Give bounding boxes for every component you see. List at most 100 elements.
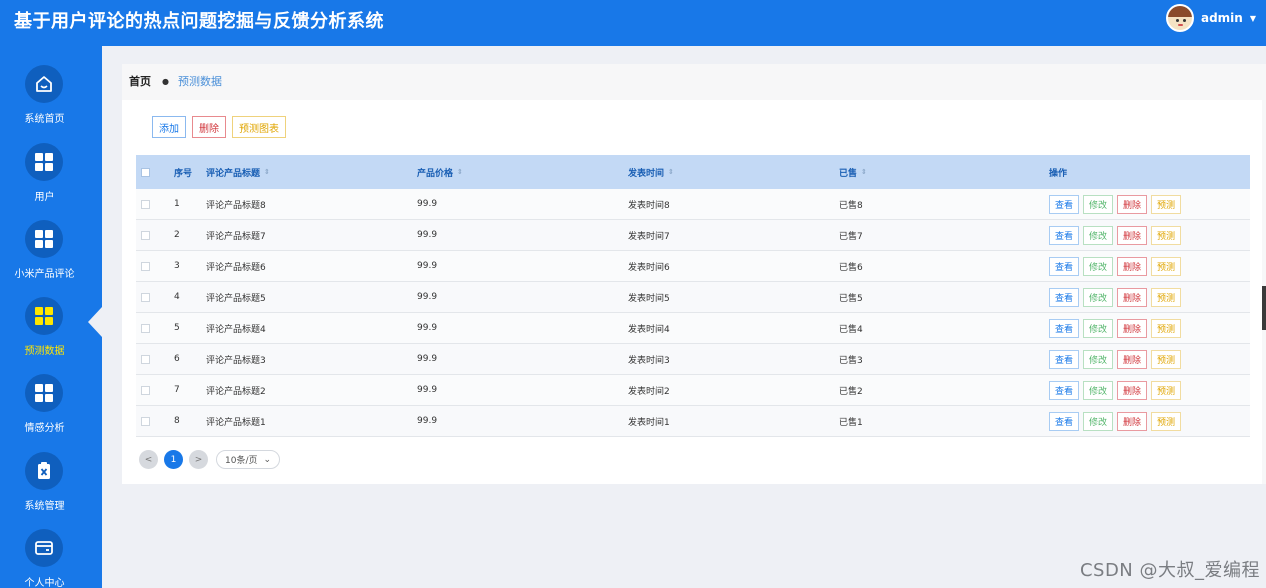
sort-icon[interactable]: ⇕ — [264, 168, 270, 176]
view-button[interactable]: 查看 — [1049, 256, 1080, 276]
page-size-select[interactable]: 10条/页 ⌄ — [216, 450, 281, 469]
row-index: 2 — [174, 230, 180, 240]
table-row: 7 评论产品标题2 99.9 发表时间2 已售2 查看 修改 删除 预测 — [136, 375, 1250, 406]
row-time: 发表时间8 — [628, 200, 670, 211]
sidebar-item-xiaomi-reviews[interactable]: 小米产品评论 — [0, 220, 102, 290]
breadcrumb-current: 预测数据 — [177, 75, 222, 88]
row-checkbox[interactable] — [141, 416, 150, 426]
sidebar-item-profile[interactable]: 个人中心 — [0, 529, 102, 588]
row-actions: 查看 修改 删除 预测 — [1049, 318, 1249, 338]
prev-page-button[interactable]: < — [139, 450, 158, 469]
sidebar-item-label: 预测数据 — [24, 346, 65, 357]
view-button[interactable]: 查看 — [1049, 380, 1080, 400]
breadcrumb: 首页 ● 预测数据 — [129, 73, 222, 89]
row-time: 发表时间2 — [628, 386, 670, 397]
username-label[interactable]: admin — [1201, 11, 1243, 25]
row-index: 7 — [174, 385, 180, 395]
select-all-checkbox[interactable] — [141, 167, 150, 177]
row-checkbox[interactable] — [141, 385, 150, 395]
view-button[interactable]: 查看 — [1049, 194, 1080, 214]
row-checkbox[interactable] — [141, 199, 150, 209]
data-table: 序号 评论产品标题 ⇕ 产品价格 ⇕ 发表时间 ⇕ 已售 ⇕ 操作 1 评论产品标题8 99… — [136, 155, 1250, 437]
next-page-button[interactable]: > — [189, 450, 208, 469]
table-row: 4 评论产品标题5 99.9 发表时间5 已售5 查看 修改 删除 预测 — [136, 282, 1250, 313]
table-row: 8 评论产品标题1 99.9 发表时间1 已售1 查看 修改 删除 预测 — [136, 406, 1250, 437]
sidebar-item-users[interactable]: 用户 — [0, 143, 102, 213]
view-button[interactable]: 查看 — [1049, 225, 1080, 245]
chevron-down-icon[interactable]: ▼ — [1250, 14, 1256, 23]
sidebar-item-prediction[interactable]: 预测数据 — [0, 297, 102, 367]
avatar[interactable] — [1165, 4, 1194, 32]
grid-icon — [25, 374, 63, 412]
delete-button[interactable]: 删除 — [1117, 411, 1148, 431]
row-checkbox[interactable] — [141, 230, 150, 240]
row-title: 评论产品标题6 — [206, 262, 266, 273]
predict-button[interactable]: 预测 — [1151, 380, 1182, 400]
header-title[interactable]: 评论产品标题 ⇕ — [206, 166, 417, 179]
edit-button[interactable]: 修改 — [1083, 194, 1114, 214]
view-button[interactable]: 查看 — [1049, 287, 1080, 307]
view-button[interactable]: 查看 — [1049, 411, 1080, 431]
header-ops: 操作 — [1049, 168, 1068, 179]
predict-button[interactable]: 预测 — [1151, 256, 1182, 276]
predict-button[interactable]: 预测 — [1151, 349, 1182, 369]
edit-button[interactable]: 修改 — [1083, 256, 1114, 276]
delete-button[interactable]: 删除 — [1117, 318, 1148, 338]
scrollbar-thumb[interactable] — [1262, 286, 1266, 330]
edit-button[interactable]: 修改 — [1083, 380, 1114, 400]
row-checkbox[interactable] — [141, 292, 150, 302]
header-sold[interactable]: 已售 ⇕ — [839, 166, 1049, 179]
header-time[interactable]: 发表时间 ⇕ — [628, 166, 839, 179]
table-row: 6 评论产品标题3 99.9 发表时间3 已售3 查看 修改 删除 预测 — [136, 344, 1250, 375]
row-price: 99.9 — [417, 323, 438, 333]
delete-button[interactable]: 删除 — [1117, 380, 1148, 400]
predict-button[interactable]: 预测 — [1151, 194, 1182, 214]
sort-icon[interactable]: ⇕ — [668, 168, 674, 176]
edit-button[interactable]: 修改 — [1083, 411, 1114, 431]
toolbar: 添加 删除 预测图表 — [152, 116, 286, 138]
sort-icon[interactable]: ⇕ — [861, 168, 867, 176]
breadcrumb-home[interactable]: 首页 — [129, 73, 151, 89]
predict-button[interactable]: 预测 — [1151, 411, 1182, 431]
row-checkbox[interactable] — [141, 261, 150, 271]
predict-button[interactable]: 预测 — [1151, 318, 1182, 338]
row-title: 评论产品标题2 — [206, 386, 266, 397]
predict-button[interactable]: 预测 — [1151, 287, 1182, 307]
prediction-chart-button[interactable]: 预测图表 — [232, 116, 286, 138]
page-1-button[interactable]: 1 — [164, 450, 183, 469]
header-price[interactable]: 产品价格 ⇕ — [417, 166, 628, 179]
sort-icon[interactable]: ⇕ — [457, 168, 463, 176]
grid-icon — [25, 297, 63, 335]
header-title-label: 评论产品标题 — [206, 168, 261, 179]
row-actions: 查看 修改 删除 预测 — [1049, 225, 1249, 245]
sidebar-item-system[interactable]: 系统管理 — [0, 452, 102, 522]
sidebar-item-label: 个人中心 — [24, 578, 65, 588]
edit-button[interactable]: 修改 — [1083, 318, 1114, 338]
row-title: 评论产品标题7 — [206, 231, 266, 242]
table-header: 序号 评论产品标题 ⇕ 产品价格 ⇕ 发表时间 ⇕ 已售 ⇕ 操作 — [136, 155, 1250, 189]
delete-button[interactable]: 删除 — [1117, 194, 1148, 214]
sidebar-item-label: 情感分析 — [24, 423, 65, 434]
sidebar-item-home[interactable]: 系统首页 — [0, 65, 102, 135]
row-sold: 已售7 — [839, 231, 863, 242]
row-checkbox[interactable] — [141, 323, 150, 333]
delete-button[interactable]: 删除 — [1117, 287, 1148, 307]
table-row: 5 评论产品标题4 99.9 发表时间4 已售4 查看 修改 删除 预测 — [136, 313, 1250, 344]
add-button[interactable]: 添加 — [152, 116, 186, 138]
delete-button[interactable]: 删除 — [1117, 225, 1148, 245]
predict-button[interactable]: 预测 — [1151, 225, 1182, 245]
user-menu[interactable]: admin ▼ — [1165, 4, 1256, 32]
row-checkbox[interactable] — [141, 354, 150, 364]
edit-button[interactable]: 修改 — [1083, 287, 1114, 307]
delete-button[interactable]: 删除 — [1117, 256, 1148, 276]
batch-delete-button[interactable]: 删除 — [192, 116, 226, 138]
row-index: 4 — [174, 292, 180, 302]
main-content: 首页 ● 预测数据 添加 删除 预测图表 序号 评论产品标题 ⇕ 产品价格 ⇕ 发表… — [122, 64, 1266, 484]
active-indicator — [88, 307, 102, 337]
delete-button[interactable]: 删除 — [1117, 349, 1148, 369]
view-button[interactable]: 查看 — [1049, 318, 1080, 338]
edit-button[interactable]: 修改 — [1083, 225, 1114, 245]
edit-button[interactable]: 修改 — [1083, 349, 1114, 369]
sidebar-item-sentiment[interactable]: 情感分析 — [0, 374, 102, 444]
view-button[interactable]: 查看 — [1049, 349, 1080, 369]
